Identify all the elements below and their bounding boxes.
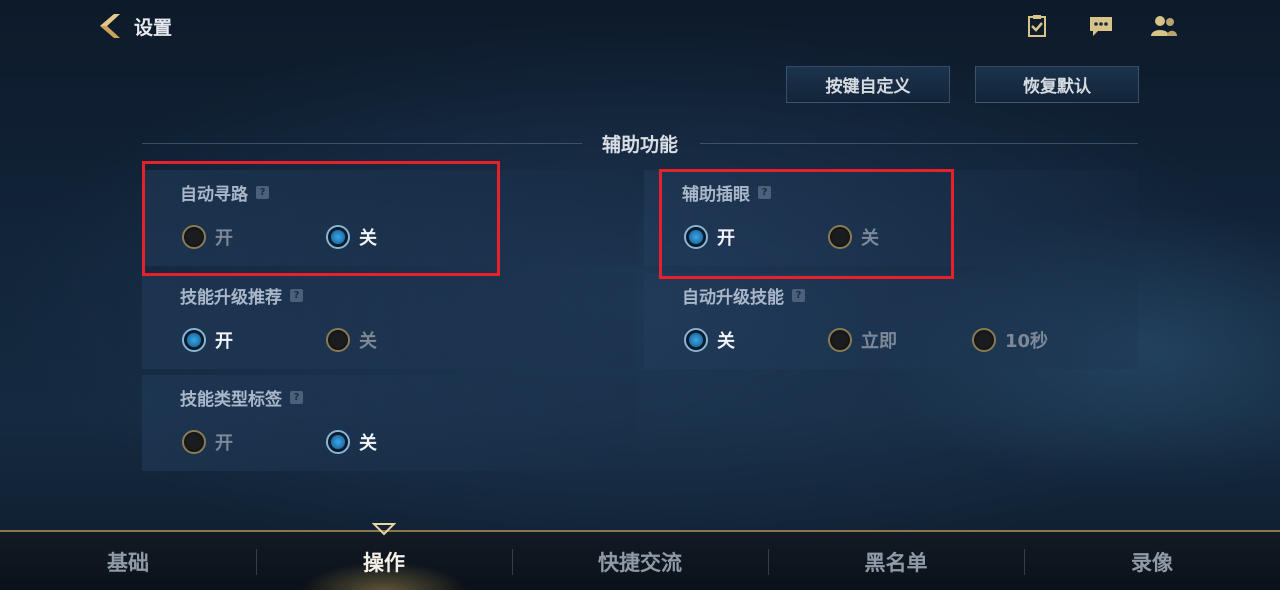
help-icon[interactable]: ? <box>290 391 303 404</box>
radio-button[interactable] <box>182 225 206 249</box>
back-arrow-icon <box>100 14 120 38</box>
radio-button[interactable] <box>828 328 852 352</box>
setting-skill-type-tag: 技能类型标签 ? 开 关 <box>142 375 636 471</box>
restore-default-button[interactable]: 恢复默认 <box>975 66 1139 103</box>
option-on[interactable]: 开 <box>182 429 233 455</box>
option-immediate[interactable]: 立即 <box>828 327 897 353</box>
help-icon[interactable]: ? <box>256 186 269 199</box>
active-tab-marker-icon <box>372 523 396 536</box>
tab-replay[interactable]: 录像 <box>1024 532 1280 590</box>
setting-auto-pathfinding: 自动寻路 ? 开 关 <box>142 170 636 266</box>
option-off[interactable]: 关 <box>326 429 377 455</box>
radio-button-selected[interactable] <box>182 328 206 352</box>
radio-button[interactable] <box>972 328 996 352</box>
section-divider-right <box>700 143 1138 144</box>
setting-auto-skill-upgrade: 自动升级技能 ? 关 立即 10秒 <box>644 273 1138 369</box>
option-off[interactable]: 关 <box>828 224 879 250</box>
option-on[interactable]: 开 <box>182 327 233 353</box>
bottom-nav: 基础 操作 快捷交流 黑名单 录像 <box>0 530 1280 590</box>
option-off[interactable]: 关 <box>684 327 735 353</box>
tab-operation[interactable]: 操作 <box>256 532 512 590</box>
setting-auto-ward: 辅助插眼 ? 开 关 <box>644 170 1138 266</box>
section-title: 辅助功能 <box>601 134 678 156</box>
chat-icon[interactable] <box>1087 12 1115 40</box>
setting-label: 技能升级推荐 ? <box>180 283 303 308</box>
radio-button-selected[interactable] <box>326 430 350 454</box>
tab-blacklist[interactable]: 黑名单 <box>768 532 1024 590</box>
radio-button-selected[interactable] <box>684 328 708 352</box>
radio-button[interactable] <box>828 225 852 249</box>
setting-skill-upgrade-recommend: 技能升级推荐 ? 开 关 <box>142 273 636 369</box>
radio-button-selected[interactable] <box>326 225 350 249</box>
custom-keys-button[interactable]: 按键自定义 <box>786 66 950 103</box>
option-off[interactable]: 关 <box>326 327 377 353</box>
option-10-seconds[interactable]: 10秒 <box>972 327 1048 353</box>
radio-button[interactable] <box>326 328 350 352</box>
friends-icon[interactable] <box>1150 12 1178 40</box>
setting-label: 辅助插眼 ? <box>682 180 771 205</box>
setting-label: 技能类型标签 ? <box>180 385 303 410</box>
setting-label: 自动升级技能 ? <box>682 283 805 308</box>
help-icon[interactable]: ? <box>758 186 771 199</box>
help-icon[interactable]: ? <box>290 289 303 302</box>
page-title: 设置 <box>134 16 173 39</box>
back-button[interactable]: 设置 <box>96 10 172 42</box>
radio-button-selected[interactable] <box>684 225 708 249</box>
radio-button[interactable] <box>182 430 206 454</box>
option-off[interactable]: 关 <box>326 224 377 250</box>
help-icon[interactable]: ? <box>792 289 805 302</box>
task-icon[interactable] <box>1023 12 1051 40</box>
option-on[interactable]: 开 <box>182 224 233 250</box>
tab-quick-chat[interactable]: 快捷交流 <box>512 532 768 590</box>
setting-label: 自动寻路 ? <box>180 180 269 205</box>
tab-basic[interactable]: 基础 <box>0 532 256 590</box>
section-divider-left <box>142 143 582 144</box>
header-bar: 设置 <box>0 0 1280 56</box>
option-on[interactable]: 开 <box>684 224 735 250</box>
